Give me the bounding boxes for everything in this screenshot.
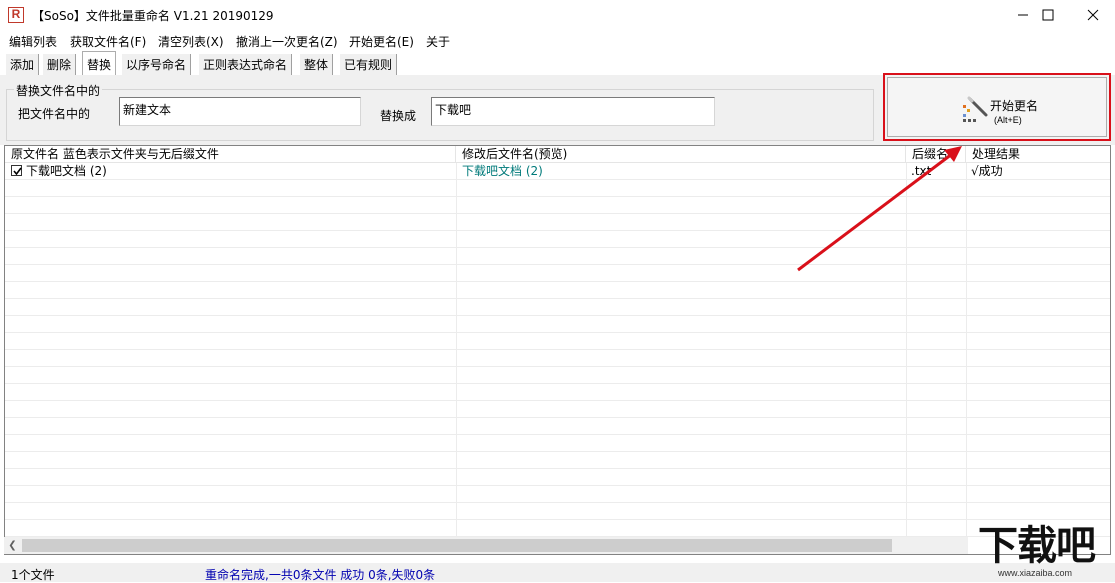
empty-table-row (5, 520, 1110, 537)
empty-table-row (5, 486, 1110, 503)
start-rename-shortcut: (Alt+E) (994, 115, 1022, 125)
empty-table-row (5, 401, 1110, 418)
scroll-left-icon[interactable]: ❮ (6, 539, 19, 552)
tab-bar: 添加 删除 替换 以序号命名 正则表达式命名 整体 已有规则 (0, 51, 1115, 75)
menu-get-filenames[interactable]: 获取文件名(F) (70, 33, 146, 50)
maximize-button[interactable] (1025, 0, 1071, 30)
find-label: 把文件名中的 (18, 107, 91, 121)
close-icon (1087, 9, 1099, 21)
app-icon: R (8, 7, 24, 23)
tab-delete[interactable]: 删除 (43, 54, 77, 75)
replace-label: 替换成 (380, 109, 417, 123)
replace-input[interactable]: 下载吧 (431, 97, 715, 126)
tab-existing-rules[interactable]: 已有规则 (340, 54, 398, 75)
empty-table-row (5, 367, 1110, 384)
watermark-text: 下载吧 (978, 523, 1096, 569)
row-extension: .txt (911, 164, 932, 178)
empty-table-row (5, 180, 1110, 197)
row-checkbox[interactable] (11, 165, 22, 176)
start-rename-label: 开始更名 (990, 99, 1039, 113)
close-button[interactable] (1070, 0, 1115, 30)
tab-whole[interactable]: 整体 (300, 54, 334, 75)
tab-sequence-name[interactable]: 以序号命名 (122, 54, 192, 75)
column-result[interactable]: 处理结果 (966, 146, 1110, 162)
status-bar: 1个文件 重命名完成,一共0条文件 成功 0条,失败0条 (0, 563, 1115, 582)
column-preview-name[interactable]: 修改后文件名(预览) (456, 146, 906, 162)
list-header: 原文件名 蓝色表示文件夹与无后缀文件 修改后文件名(预览) 后缀名 处理结果 (5, 146, 1110, 163)
tab-regex-name[interactable]: 正则表达式命名 (199, 54, 293, 75)
empty-table-row (5, 282, 1110, 299)
empty-table-row (5, 469, 1110, 486)
row-result: √成功 (971, 164, 1003, 178)
empty-table-row (5, 503, 1110, 520)
horizontal-scrollbar[interactable]: ❮ (4, 537, 968, 554)
empty-table-row (5, 384, 1110, 401)
empty-table-row (5, 333, 1110, 350)
menu-bar: 编辑列表 获取文件名(F) 清空列表(X) 撤消上一次更名(Z) 开始更名(E)… (0, 30, 1115, 50)
tab-add[interactable]: 添加 (6, 54, 40, 75)
row-preview-name: 下载吧文档 (2) (462, 164, 543, 178)
menu-undo-rename[interactable]: 撤消上一次更名(Z) (236, 33, 338, 50)
empty-table-row (5, 435, 1110, 452)
find-input[interactable]: 新建文本 (119, 97, 361, 126)
empty-table-row (5, 231, 1110, 248)
empty-table-row (5, 265, 1110, 282)
title-bar: R 【SoSo】文件批量重命名 V1.21 20190129 (0, 0, 1115, 30)
status-file-count: 1个文件 (11, 568, 55, 582)
column-extension[interactable]: 后缀名 (906, 146, 966, 162)
tab-replace[interactable]: 替换 (82, 51, 117, 75)
watermark-logo: 下载吧 www.xiazaiba.com (978, 523, 1115, 582)
window-title: 【SoSo】文件批量重命名 V1.21 20190129 (32, 9, 274, 23)
checkmark-icon (13, 167, 22, 176)
row-original-name: 下载吧文档 (2) (26, 164, 107, 178)
table-row[interactable]: 下载吧文档 (2) 下载吧文档 (2) .txt √成功 (5, 163, 1110, 180)
watermark-url: www.xiazaiba.com (998, 568, 1073, 578)
maximize-icon (1042, 9, 1054, 21)
empty-table-row (5, 418, 1110, 435)
menu-clear-list[interactable]: 清空列表(X) (158, 33, 224, 50)
empty-table-row (5, 350, 1110, 367)
replace-group-title: 替换文件名中的 (14, 82, 103, 99)
empty-table-row (5, 214, 1110, 231)
empty-table-row (5, 248, 1110, 265)
magic-wand-icon (963, 96, 988, 122)
status-message: 重命名完成,一共0条文件 成功 0条,失败0条 (205, 568, 436, 582)
menu-edit-list[interactable]: 编辑列表 (9, 33, 57, 50)
empty-table-row (5, 197, 1110, 214)
empty-table-row (5, 299, 1110, 316)
column-original-name[interactable]: 原文件名 蓝色表示文件夹与无后缀文件 (5, 146, 456, 162)
empty-table-row (5, 316, 1110, 333)
menu-about[interactable]: 关于 (426, 33, 450, 50)
file-list[interactable]: 原文件名 蓝色表示文件夹与无后缀文件 修改后文件名(预览) 后缀名 处理结果 下… (4, 145, 1111, 555)
start-rename-button[interactable]: 开始更名 (Alt+E) (883, 73, 1111, 141)
menu-start-rename[interactable]: 开始更名(E) (349, 33, 414, 50)
empty-table-row (5, 452, 1110, 469)
scroll-thumb[interactable] (22, 539, 892, 552)
